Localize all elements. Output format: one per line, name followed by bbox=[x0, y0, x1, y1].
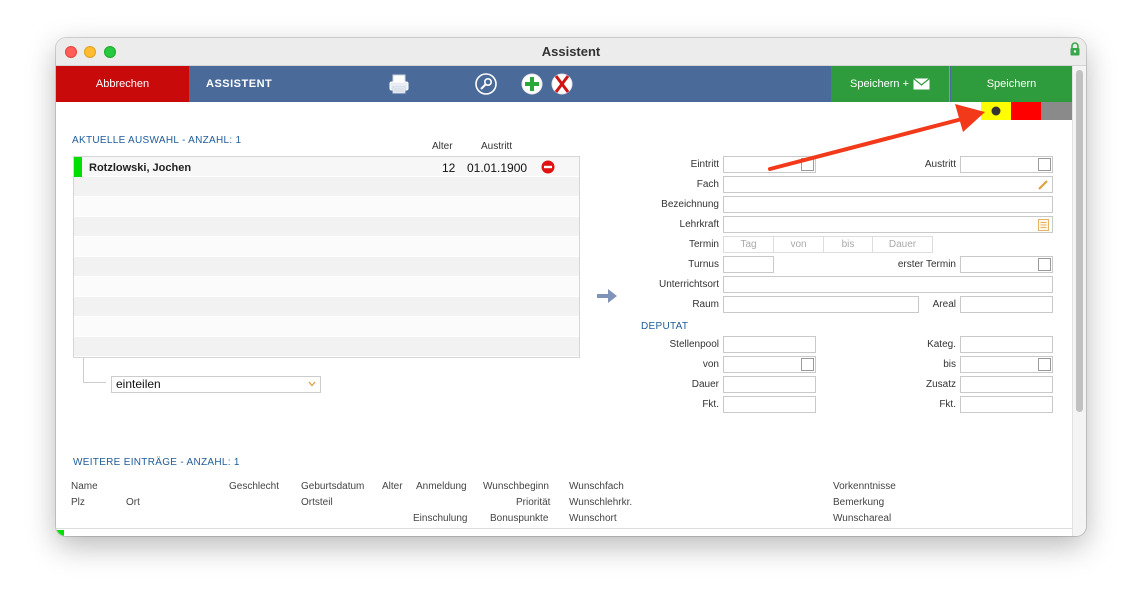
annotation-arrow-icon bbox=[768, 104, 985, 171]
